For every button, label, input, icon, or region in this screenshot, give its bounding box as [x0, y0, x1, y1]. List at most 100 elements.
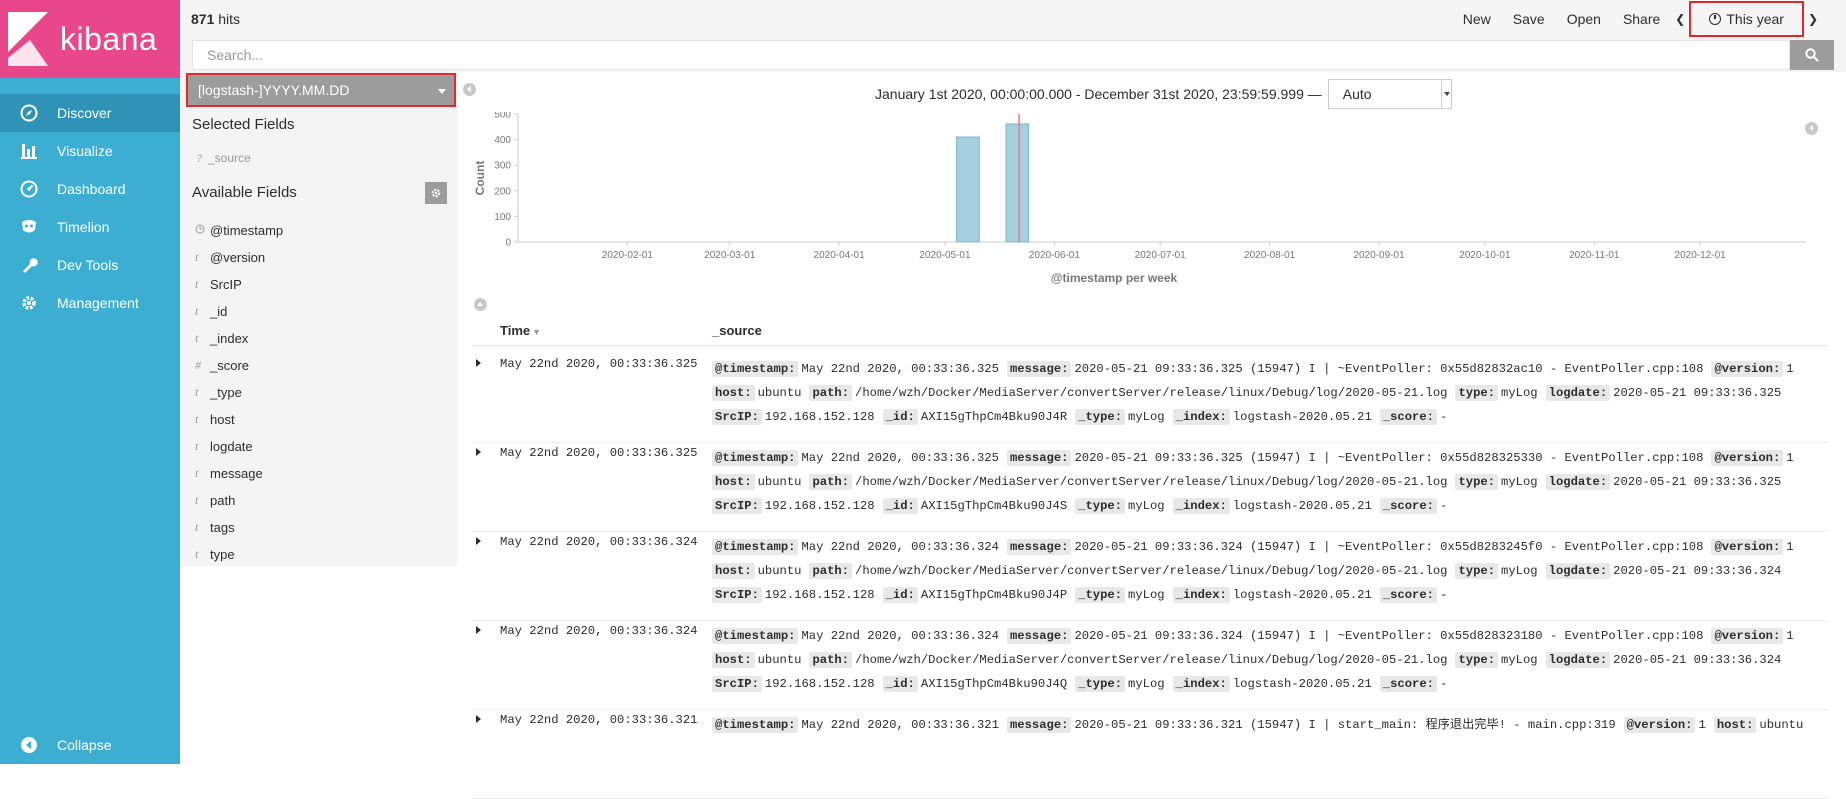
field-item[interactable]: t logdate [195, 433, 283, 460]
source-key: message: [1006, 539, 1072, 555]
x-tick-label: 2020-12-01 [1675, 250, 1727, 261]
source-line: host: ubuntu path:/home/wzh/Docker/MediaSe… [712, 470, 1822, 494]
source-value: AXI15gThpCm4Bku90J4P [920, 588, 1068, 602]
table-row[interactable]: May 22nd 2020, 00:33:36.321 @timestamp: Ma… [472, 703, 1828, 799]
source-key: @version: [1623, 717, 1696, 733]
share-button[interactable]: Share [1612, 11, 1671, 27]
field-item[interactable]: t _type [195, 379, 283, 406]
field-name: _score [210, 358, 250, 373]
expand-row-caret-icon[interactable] [476, 448, 481, 456]
string-type-icon: t [195, 439, 199, 453]
nav-item-dev-tools[interactable]: Dev Tools [0, 246, 180, 284]
source-key: _id: [882, 676, 918, 692]
source-value: logstash-2020.05.21 [1232, 499, 1372, 513]
expand-row-caret-icon[interactable] [476, 626, 481, 634]
expand-row-caret-icon[interactable] [476, 537, 481, 545]
time-range-bar: January 1st 2020, 00:00:00.000 - Decembe… [875, 79, 1452, 109]
field-name: tags [210, 520, 235, 535]
time-back-chevron-icon[interactable]: ❮ [1671, 12, 1689, 26]
source-key: _score: [1379, 498, 1437, 514]
nav-item-label: Visualize [57, 143, 113, 159]
nav-item-management[interactable]: Management [0, 284, 180, 322]
source-value: myLog [1128, 499, 1165, 513]
bar-chart-icon [21, 144, 37, 159]
field-item[interactable]: t _index [195, 325, 283, 352]
source-value: May 22nd 2020, 00:33:36.325 [801, 451, 999, 465]
sidebar-collapse-arrow-icon[interactable] [463, 83, 476, 96]
field-item[interactable]: @timestamp [195, 217, 283, 244]
field-item[interactable]: t type [195, 541, 283, 568]
save-button[interactable]: Save [1502, 11, 1556, 27]
field-item[interactable]: # _score [195, 352, 283, 379]
field-item[interactable]: t path [195, 487, 283, 514]
column-source: _source [712, 323, 762, 338]
source-value: /home/wzh/Docker/MediaServer/convertServ… [855, 386, 1448, 400]
source-value: - [1440, 499, 1448, 513]
source-key: @version: [1711, 450, 1784, 466]
y-tick-label: 400 [494, 135, 511, 146]
table-row[interactable]: May 22nd 2020, 00:33:36.325 @timestamp: Ma… [472, 436, 1828, 532]
nav-item-discover[interactable]: Discover [0, 94, 180, 132]
source-value: 2020-05-21 09:33:36.324 [1613, 653, 1782, 667]
source-value: - [1440, 410, 1448, 424]
source-value: /home/wzh/Docker/MediaServer/convertServ… [855, 564, 1448, 578]
source-value: /home/wzh/Docker/MediaServer/convertServ… [855, 653, 1448, 667]
gear-icon [431, 188, 441, 198]
source-key: _type: [1075, 498, 1126, 514]
interval-value: Auto [1342, 86, 1372, 102]
field-settings-button[interactable] [425, 182, 447, 204]
source-key: _type: [1075, 587, 1126, 603]
source-value: May 22nd 2020, 00:33:36.321 [801, 718, 999, 732]
table-row[interactable]: May 22nd 2020, 00:33:36.324 @timestamp: Ma… [472, 614, 1828, 710]
source-value: myLog [1128, 677, 1165, 691]
source-key: type: [1455, 652, 1499, 668]
search-input[interactable]: Search... [192, 40, 1790, 70]
field-item[interactable]: t tags [195, 514, 283, 541]
table-row[interactable]: May 22nd 2020, 00:33:36.325 @timestamp: Ma… [472, 347, 1828, 443]
field-item[interactable]: t SrcIP [195, 271, 283, 298]
source-key: path: [809, 385, 853, 401]
source-value: 2020-05-21 09:33:36.325 (15947) I | ~Eve… [1074, 451, 1704, 465]
nav-item-timelion[interactable]: Timelion [0, 208, 180, 246]
expand-row-caret-icon[interactable] [476, 359, 481, 367]
column-time[interactable]: Time ▼ [500, 323, 541, 338]
field-item[interactable]: t @version [195, 244, 283, 271]
sort-desc-icon[interactable]: ▼ [532, 327, 541, 337]
field-item[interactable]: t _id [195, 298, 283, 325]
nav-item-visualize[interactable]: Visualize [0, 132, 180, 170]
source-key: _id: [882, 409, 918, 425]
source-key: @version: [1711, 361, 1784, 377]
source-key: @timestamp: [712, 717, 799, 733]
selected-field-source[interactable]: ? _source [196, 151, 251, 166]
collapse-button[interactable]: Collapse [0, 726, 180, 764]
source-key: _score: [1379, 587, 1437, 603]
x-tick-label: 2020-08-01 [1244, 250, 1296, 261]
x-tick-label: 2020-02-01 [602, 250, 654, 261]
source-line: host: ubuntu path:/home/wzh/Docker/MediaSe… [712, 559, 1822, 583]
expand-row-caret-icon[interactable] [476, 715, 481, 723]
time-forward-chevron-icon[interactable]: ❯ [1804, 12, 1822, 26]
time-picker-button[interactable]: This year [1689, 1, 1804, 37]
source-line: @timestamp: May 22nd 2020, 00:33:36.324 me… [712, 624, 1822, 648]
search-button[interactable] [1790, 40, 1834, 70]
y-tick-label: 300 [494, 161, 511, 172]
new-button[interactable]: New [1452, 11, 1502, 27]
open-button[interactable]: Open [1556, 11, 1612, 27]
kibana-logo[interactable]: kibana [0, 0, 180, 78]
table-row[interactable]: May 22nd 2020, 00:33:36.324 @timestamp: Ma… [472, 525, 1828, 621]
field-item[interactable]: t host [195, 406, 283, 433]
row-source: @timestamp: May 22nd 2020, 00:33:36.325 me… [712, 446, 1822, 518]
field-item[interactable]: t message [195, 460, 283, 487]
source-key: @version: [1711, 628, 1784, 644]
dashboard-gauge-icon [20, 180, 38, 198]
histogram-bar [956, 136, 980, 243]
hits-count: 871 [191, 11, 215, 27]
index-pattern-select[interactable]: [logstash-]YYYY.MM.DD [186, 73, 456, 107]
field-name: _index [210, 331, 249, 346]
nav-item-dashboard[interactable]: Dashboard [0, 170, 180, 208]
interval-select[interactable]: Auto [1327, 79, 1452, 109]
source-value: logstash-2020.05.21 [1232, 588, 1372, 602]
source-line: SrcIP: 192.168.152.128 _id: AXI15gThpCm4Bku… [712, 405, 1822, 429]
source-key: host: [712, 563, 755, 579]
source-key: _id: [882, 498, 918, 514]
